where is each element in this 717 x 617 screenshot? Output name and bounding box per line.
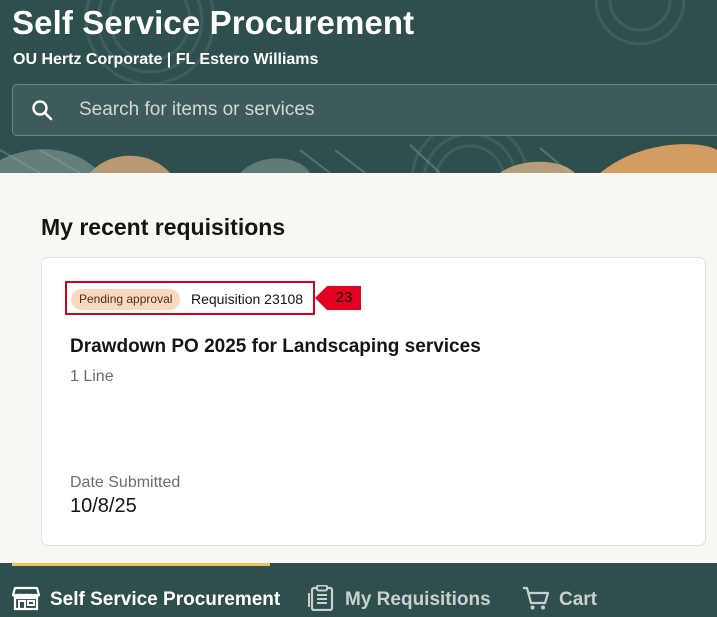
date-submitted-value: 10/8/25 <box>70 495 137 517</box>
nav-self-service-procurement[interactable]: Self Service Procurement <box>12 563 280 617</box>
nav-label-cart: Cart <box>559 589 598 610</box>
nav-my-requisitions[interactable]: My Requisitions <box>308 563 491 617</box>
requisition-card[interactable]: Pending approval Requisition 23108 23 Dr… <box>41 257 706 546</box>
requisition-status-row: Pending approval Requisition 23108 <box>65 281 315 315</box>
header-banner: Self Service Procurement OU Hertz Corpor… <box>0 0 717 173</box>
section-title: My recent requisitions <box>41 214 286 240</box>
main-content: My recent requisitions Pending approval … <box>0 173 717 563</box>
nav-label-self-service-procurement: Self Service Procurement <box>50 589 281 610</box>
search-input[interactable] <box>79 85 679 135</box>
organization-location: OU Hertz Corporate | FL Estero Williams <box>13 51 319 68</box>
search-icon <box>32 100 53 121</box>
requisition-line-count: 1 Line <box>70 368 114 385</box>
cart-icon <box>523 586 550 610</box>
app-title: Self Service Procurement <box>12 4 415 41</box>
store-icon <box>12 586 40 611</box>
annotation-marker: 23 <box>315 286 361 310</box>
bottom-navigation: Self Service Procurement My Requisitions… <box>0 563 717 617</box>
requisition-number: Requisition 23108 <box>191 291 304 307</box>
clipboard-icon <box>308 585 334 611</box>
annotation-marker-label: 23 <box>335 289 353 306</box>
nav-cart[interactable]: Cart <box>522 563 612 617</box>
nav-label-my-requisitions: My Requisitions <box>345 589 491 610</box>
requisition-title[interactable]: Drawdown PO 2025 for Landscaping service… <box>70 336 481 358</box>
status-badge: Pending approval <box>71 289 181 310</box>
date-submitted-label: Date Submitted <box>70 474 181 491</box>
search-bar[interactable] <box>12 84 717 136</box>
